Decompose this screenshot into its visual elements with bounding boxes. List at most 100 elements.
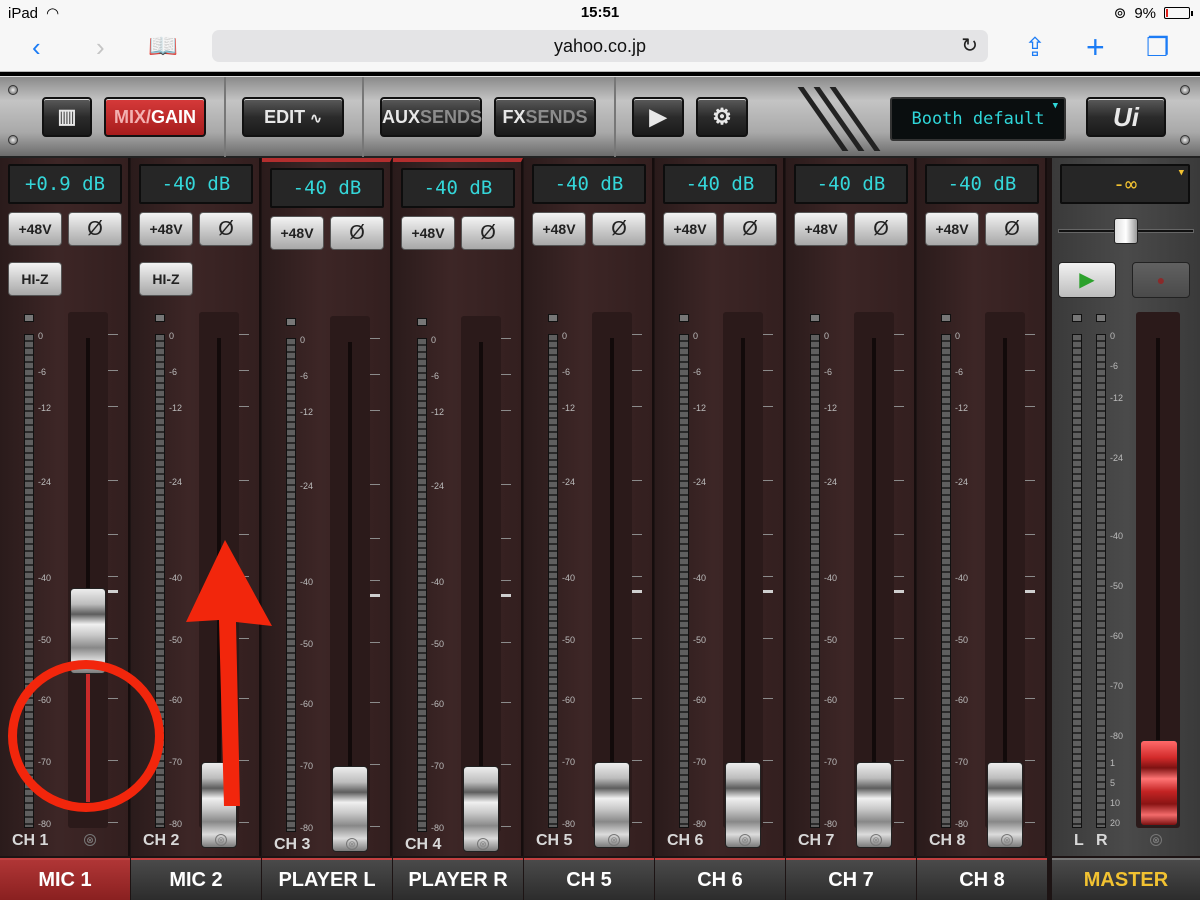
gain-label: GAIN xyxy=(151,107,196,127)
fader-tick xyxy=(1025,534,1035,535)
scale-label: 0 xyxy=(169,331,175,341)
bookmarks-icon[interactable]: 📖 xyxy=(148,32,178,62)
phantom-power-button[interactable]: +48V xyxy=(8,212,62,246)
phase-invert-button[interactable]: Ø xyxy=(330,216,384,250)
master-level-display[interactable]: -∞ ▼ xyxy=(1060,164,1190,204)
share-icon[interactable]: ⇪ xyxy=(1024,32,1046,62)
fader-tick xyxy=(501,826,511,827)
channel-name[interactable]: PLAYER R xyxy=(393,858,523,900)
rotation-lock-icon: ⊚ xyxy=(1113,5,1127,22)
channel-name[interactable]: MIC 2 xyxy=(131,858,261,900)
divider xyxy=(614,77,616,157)
aux-sends-button[interactable]: AUXSENDS xyxy=(380,97,482,137)
fader-tick xyxy=(501,484,511,485)
scale-label: -40 xyxy=(955,573,969,583)
hi-z-button[interactable]: HI-Z xyxy=(8,262,62,296)
master-play-button[interactable]: ▶ xyxy=(1058,262,1116,298)
phantom-power-button[interactable]: +48V xyxy=(401,216,455,250)
link-icon[interactable]: ⊗ xyxy=(477,838,489,850)
screw-icon xyxy=(1180,85,1190,95)
phase-invert-button[interactable]: Ø xyxy=(985,212,1039,246)
phantom-label: +48V xyxy=(411,225,445,241)
scale-label: 0 xyxy=(693,331,699,341)
link-icon[interactable]: ⊗ xyxy=(739,834,751,846)
scale-label: -40 xyxy=(169,573,183,583)
tabs-icon[interactable]: ❐ xyxy=(1146,32,1169,62)
link-icon[interactable]: ⊗ xyxy=(215,834,227,846)
level-meter xyxy=(679,334,689,828)
mix-gain-button[interactable]: MIX/GAIN xyxy=(104,97,206,137)
play-button[interactable]: ▶ xyxy=(632,97,684,137)
channel-name[interactable]: MIC 1 xyxy=(0,858,130,900)
gain-display[interactable]: -40 dB xyxy=(925,164,1039,204)
scale-label: -70 xyxy=(169,757,183,767)
channel-name[interactable]: CH 5 xyxy=(524,858,654,900)
phase-icon: Ø xyxy=(742,218,758,240)
gain-display[interactable]: -40 dB xyxy=(532,164,646,204)
channel-name[interactable]: CH 7 xyxy=(786,858,916,900)
phantom-power-button[interactable]: +48V xyxy=(532,212,586,246)
phase-invert-button[interactable]: Ø xyxy=(68,212,122,246)
scale-label: -60 xyxy=(824,695,838,705)
hi-z-button[interactable]: HI-Z xyxy=(139,262,193,296)
snapshot-selector[interactable]: Booth default ▼ xyxy=(890,97,1066,141)
master-balance-slider[interactable] xyxy=(1058,218,1194,244)
fader-tick xyxy=(239,822,249,823)
master-level: -∞ xyxy=(1112,172,1138,196)
phase-invert-button[interactable]: Ø xyxy=(723,212,777,246)
settings-button[interactable]: ⚙ xyxy=(696,97,748,137)
phantom-power-button[interactable]: +48V xyxy=(139,212,193,246)
phase-invert-button[interactable]: Ø xyxy=(199,212,253,246)
phantom-power-button[interactable]: +48V xyxy=(270,216,324,250)
gain-display[interactable]: -40 dB xyxy=(139,164,253,204)
link-icon[interactable]: ⊗ xyxy=(346,838,358,850)
scale-label: -60 xyxy=(431,699,445,709)
link-icon[interactable]: ⊗ xyxy=(1001,834,1013,846)
fader-tick xyxy=(501,580,511,581)
new-tab-icon[interactable]: + xyxy=(1086,31,1105,63)
unity-mark xyxy=(1025,590,1035,593)
gain-display[interactable]: -40 dB xyxy=(401,168,515,208)
unity-mark xyxy=(370,594,380,597)
address-bar[interactable]: yahoo.co.jp ↻ xyxy=(212,30,988,62)
snapshot-name: Booth default xyxy=(911,109,1045,129)
gain-value: -40 dB xyxy=(685,173,755,195)
edit-button[interactable]: EDIT ∿ xyxy=(242,97,344,137)
gain-display[interactable]: +0.9 dB xyxy=(8,164,122,204)
master-scale-label: -12 xyxy=(1110,393,1124,403)
divider xyxy=(224,77,226,157)
unity-mark xyxy=(894,590,904,593)
link-icon[interactable]: ⊗ xyxy=(870,834,882,846)
phase-invert-button[interactable]: Ø xyxy=(592,212,646,246)
fader-tick xyxy=(370,764,380,765)
channel-name[interactable]: PLAYER L xyxy=(262,858,392,900)
link-icon[interactable]: ⊗ xyxy=(608,834,620,846)
balance-knob[interactable] xyxy=(1114,218,1138,244)
scale-label: -70 xyxy=(955,757,969,767)
gain-display[interactable]: -40 dB xyxy=(794,164,908,204)
phantom-power-button[interactable]: +48V xyxy=(663,212,717,246)
phase-invert-button[interactable]: Ø xyxy=(854,212,908,246)
fx-sends-button[interactable]: FXSENDS xyxy=(494,97,596,137)
ui-logo-button[interactable]: Ui xyxy=(1086,97,1166,137)
channel-name[interactable]: CH 8 xyxy=(917,858,1047,900)
master-name[interactable]: MASTER xyxy=(1052,858,1200,900)
phase-invert-button[interactable]: Ø xyxy=(461,216,515,250)
link-icon[interactable]: ⊗ xyxy=(84,834,96,846)
master-fader-cap[interactable] xyxy=(1140,740,1178,826)
master-scale-label: 10 xyxy=(1110,798,1121,808)
forward-icon[interactable]: › xyxy=(96,32,105,62)
reload-icon[interactable]: ↻ xyxy=(961,30,978,62)
scale-label: -80 xyxy=(955,819,969,829)
channel-name[interactable]: CH 6 xyxy=(655,858,785,900)
back-icon[interactable]: ‹ xyxy=(32,32,41,62)
master-record-button[interactable]: ● xyxy=(1132,262,1190,298)
phantom-power-button[interactable]: +48V xyxy=(794,212,848,246)
phantom-power-button[interactable]: +48V xyxy=(925,212,979,246)
gain-display[interactable]: -40 dB xyxy=(270,168,384,208)
fader-tick xyxy=(501,642,511,643)
fader-track xyxy=(610,338,614,802)
meter-view-button[interactable]: ▥ xyxy=(42,97,92,137)
fader-tick xyxy=(1025,822,1035,823)
gain-display[interactable]: -40 dB xyxy=(663,164,777,204)
